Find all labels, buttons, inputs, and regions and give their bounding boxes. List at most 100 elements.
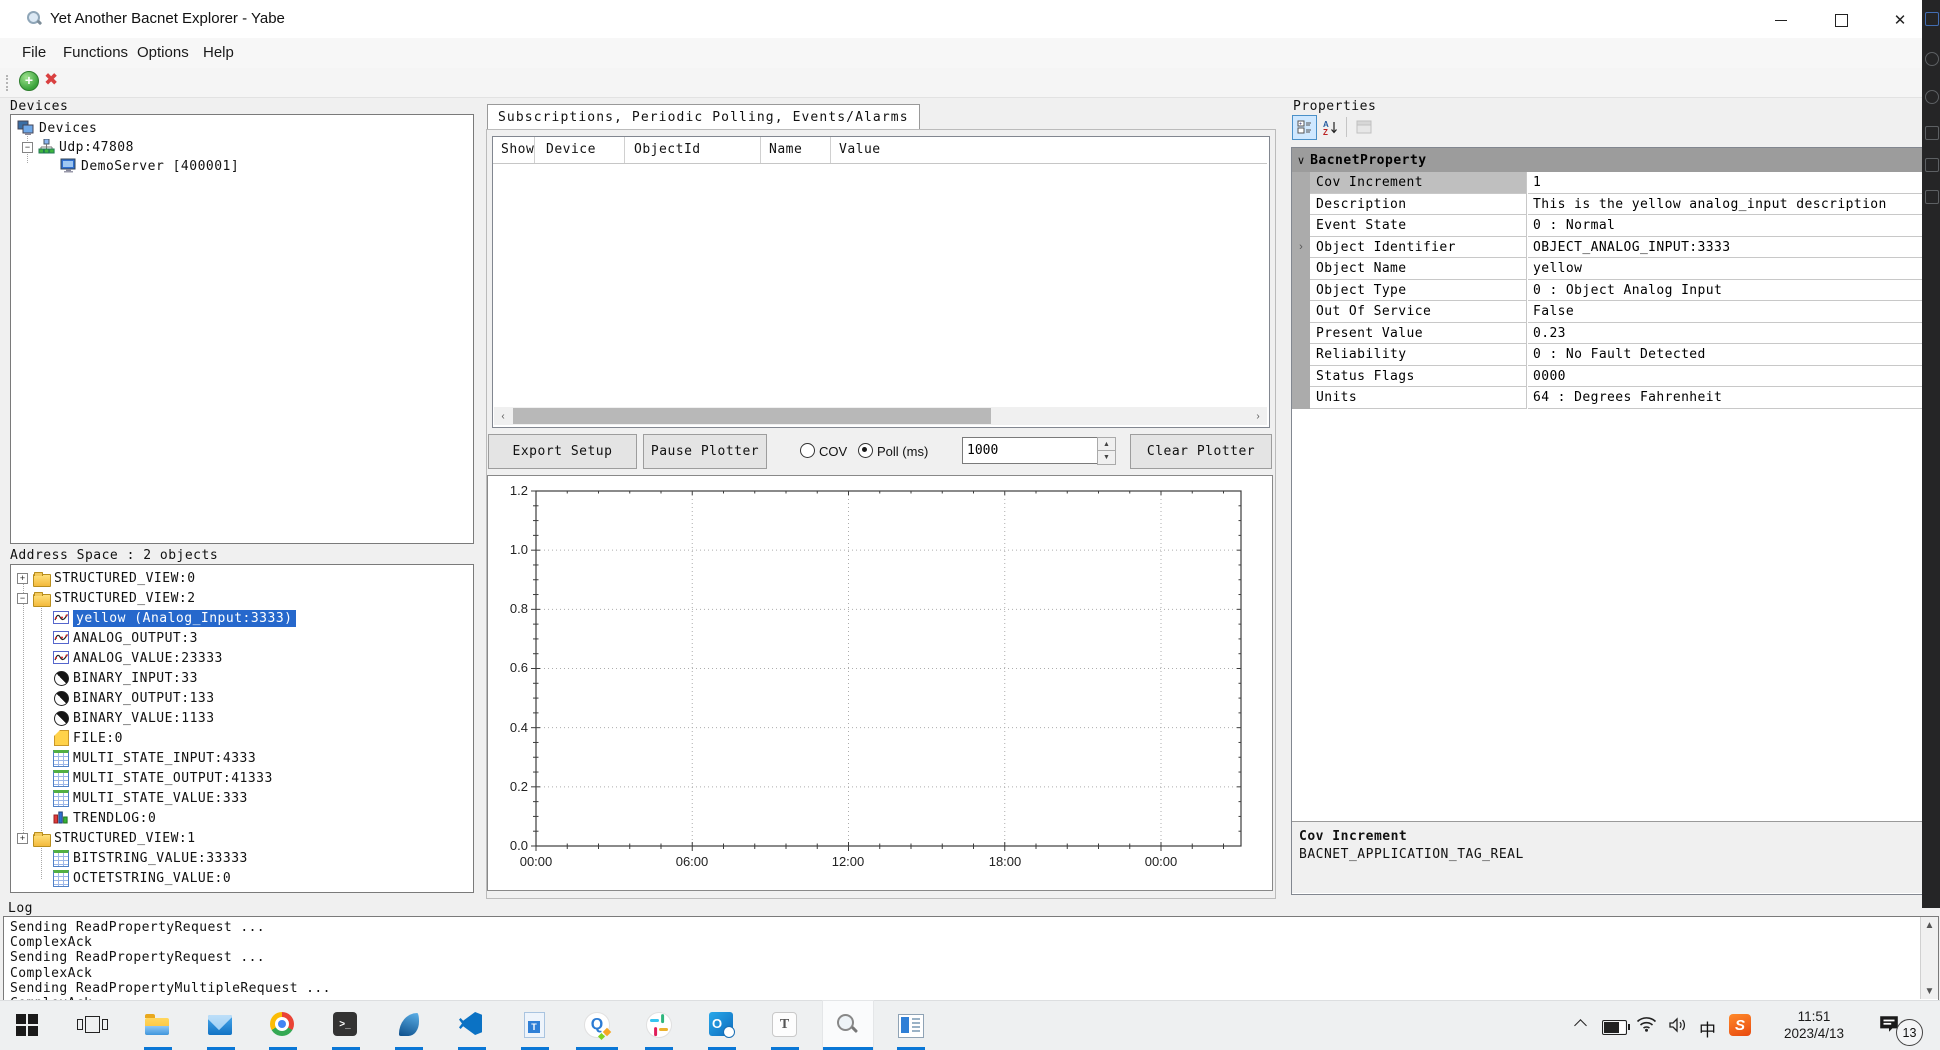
- property-value[interactable]: 0 : No Fault Detected: [1528, 344, 1923, 366]
- taskbar-outlook[interactable]: O: [709, 1012, 735, 1038]
- poll-interval-input[interactable]: [962, 437, 1102, 464]
- wifi-icon[interactable]: [1636, 1015, 1657, 1037]
- collapse-expander-icon[interactable]: [22, 142, 33, 153]
- menu-file[interactable]: File: [22, 44, 46, 61]
- taskbar-wireshark[interactable]: [396, 1012, 422, 1038]
- scroll-right-button[interactable]: ›: [1249, 407, 1267, 425]
- scroll-up-button[interactable]: ▲: [1921, 917, 1938, 933]
- property-name[interactable]: Description: [1310, 194, 1527, 216]
- property-value[interactable]: 64 : Degrees Fahrenheit: [1528, 387, 1923, 409]
- close-button[interactable]: ✕: [1880, 8, 1920, 32]
- property-name[interactable]: Object Type: [1310, 280, 1527, 302]
- tree-item-binary-output[interactable]: BINARY_OUTPUT:133: [11, 688, 215, 708]
- taskbar-typora[interactable]: T: [772, 1012, 798, 1038]
- tree-item-devices-root[interactable]: Devices: [11, 118, 97, 138]
- taskbar-chrome[interactable]: [270, 1012, 296, 1038]
- menu-functions[interactable]: Functions: [63, 44, 128, 61]
- poll-radio[interactable]: [858, 443, 873, 458]
- column-header-device[interactable]: Device: [546, 142, 596, 157]
- taskbar-vscode[interactable]: [459, 1012, 485, 1038]
- scroll-left-button[interactable]: ‹: [494, 407, 512, 425]
- tree-item-structured-view-1[interactable]: STRUCTURED_VIEW:1: [11, 828, 196, 848]
- start-button[interactable]: [14, 1012, 40, 1038]
- dock-icon[interactable]: [1925, 126, 1939, 140]
- column-header-show[interactable]: Show: [501, 142, 534, 157]
- notification-badge[interactable]: 13: [1896, 1019, 1923, 1046]
- property-name[interactable]: Event State: [1310, 215, 1527, 237]
- scroll-down-button[interactable]: ▼: [1921, 983, 1938, 999]
- expand-arrow-icon[interactable]: ›: [1292, 237, 1310, 259]
- task-view-button[interactable]: [79, 1012, 105, 1038]
- property-category-header[interactable]: ∨ BacnetProperty: [1292, 148, 1923, 172]
- taskbar-slack[interactable]: [646, 1012, 672, 1038]
- property-row-out-of-service[interactable]: Out Of Service False: [1292, 301, 1923, 323]
- scrollbar-thumb[interactable]: [513, 408, 991, 424]
- property-row-event-state[interactable]: Event State 0 : Normal: [1292, 215, 1923, 237]
- expand-expander-icon[interactable]: [17, 573, 28, 584]
- menu-help[interactable]: Help: [203, 44, 234, 61]
- taskbar-terminal[interactable]: >_: [333, 1012, 359, 1038]
- property-row-reliability[interactable]: Reliability 0 : No Fault Detected: [1292, 344, 1923, 366]
- tree-item-structured-view-2[interactable]: STRUCTURED_VIEW:2: [11, 588, 196, 608]
- taskbar-mail[interactable]: [208, 1012, 234, 1038]
- property-value[interactable]: OBJECT_ANALOG_INPUT:3333: [1528, 237, 1923, 259]
- property-row-present-value[interactable]: Present Value 0.23: [1292, 323, 1923, 345]
- taskbar-file-explorer[interactable]: [145, 1012, 171, 1038]
- property-name[interactable]: Present Value: [1310, 323, 1527, 345]
- property-name[interactable]: Object Name: [1310, 258, 1527, 280]
- delete-icon[interactable]: ✖: [44, 70, 58, 90]
- sogou-icon[interactable]: S: [1729, 1014, 1751, 1036]
- property-value[interactable]: 0.23: [1528, 323, 1923, 345]
- tree-item-analog-output[interactable]: ANALOG_OUTPUT:3: [11, 628, 198, 648]
- property-row-object-type[interactable]: Object Type 0 : Object Analog Input: [1292, 280, 1923, 302]
- property-value[interactable]: 0 : Normal: [1528, 215, 1923, 237]
- tab-subscriptions[interactable]: Subscriptions, Periodic Polling, Events/…: [487, 104, 920, 130]
- property-row-cov-increment[interactable]: Cov Increment 1: [1292, 172, 1923, 194]
- minimize-button[interactable]: [1761, 8, 1801, 32]
- taskbar-yabe-active[interactable]: [835, 1012, 861, 1038]
- tree-item-analog-value[interactable]: ANALOG_VALUE:23333: [11, 648, 223, 668]
- tree-item-bitstring-value[interactable]: BITSTRING_VALUE:33333: [11, 848, 248, 868]
- property-row-object-identifier[interactable]: › Object Identifier OBJECT_ANALOG_INPUT:…: [1292, 237, 1923, 259]
- tree-item-trendlog[interactable]: TRENDLOG:0: [11, 808, 156, 828]
- clear-plotter-button[interactable]: Clear Plotter: [1130, 434, 1272, 469]
- taskbar-chat-app[interactable]: Q: [584, 1012, 610, 1038]
- property-value[interactable]: False: [1528, 301, 1923, 323]
- tree-item-multi-state-input[interactable]: MULTI_STATE_INPUT:4333: [11, 748, 256, 768]
- column-header-name[interactable]: Name: [769, 142, 802, 157]
- expand-expander-icon[interactable]: [17, 833, 28, 844]
- tree-item-yellow-analog-input[interactable]: yellow (Analog_Input:3333): [11, 608, 296, 628]
- pause-plotter-button[interactable]: Pause Plotter: [643, 434, 767, 469]
- tree-item-demoserver[interactable]: DemoServer [400001]: [11, 156, 239, 176]
- battery-icon[interactable]: [1602, 1020, 1627, 1035]
- menu-options[interactable]: Options: [137, 44, 189, 61]
- ime-indicator[interactable]: 中: [1699, 1016, 1716, 1041]
- categorized-view-icon[interactable]: +: [1292, 115, 1317, 140]
- property-value[interactable]: 1: [1528, 172, 1923, 194]
- tree-item-multi-state-value[interactable]: MULTI_STATE_VALUE:333: [11, 788, 248, 808]
- taskbar-clock[interactable]: 11:51 2023/4/13: [1762, 1008, 1866, 1042]
- collapse-expander-icon[interactable]: [17, 593, 28, 604]
- property-name[interactable]: Object Identifier: [1310, 237, 1527, 259]
- property-value[interactable]: 0000: [1528, 366, 1923, 388]
- dock-icon[interactable]: [1925, 52, 1939, 66]
- property-name[interactable]: Out Of Service: [1310, 301, 1527, 323]
- property-name[interactable]: Reliability: [1310, 344, 1527, 366]
- tree-item-binary-input[interactable]: BINARY_INPUT:33: [11, 668, 198, 688]
- cov-radio[interactable]: [800, 443, 815, 458]
- property-value[interactable]: yellow: [1528, 258, 1923, 280]
- log-vertical-scrollbar[interactable]: ▲ ▼: [1920, 917, 1938, 999]
- property-name[interactable]: Units: [1310, 387, 1527, 409]
- taskbar-window-app[interactable]: [898, 1012, 924, 1038]
- poll-radio-label[interactable]: Poll (ms): [877, 444, 928, 459]
- property-name[interactable]: Cov Increment: [1310, 172, 1527, 194]
- column-header-value[interactable]: Value: [839, 142, 881, 157]
- tree-item-udp[interactable]: Udp:47808: [11, 137, 134, 157]
- export-setup-button[interactable]: Export Setup: [488, 434, 637, 469]
- tree-item-binary-value[interactable]: BINARY_VALUE:1133: [11, 708, 215, 728]
- property-row-object-name[interactable]: Object Name yellow: [1292, 258, 1923, 280]
- property-row-description[interactable]: Description This is the yellow analog_in…: [1292, 194, 1923, 216]
- volume-icon[interactable]: [1668, 1017, 1688, 1038]
- dock-icon[interactable]: [1925, 12, 1939, 26]
- dock-icon[interactable]: [1925, 158, 1939, 172]
